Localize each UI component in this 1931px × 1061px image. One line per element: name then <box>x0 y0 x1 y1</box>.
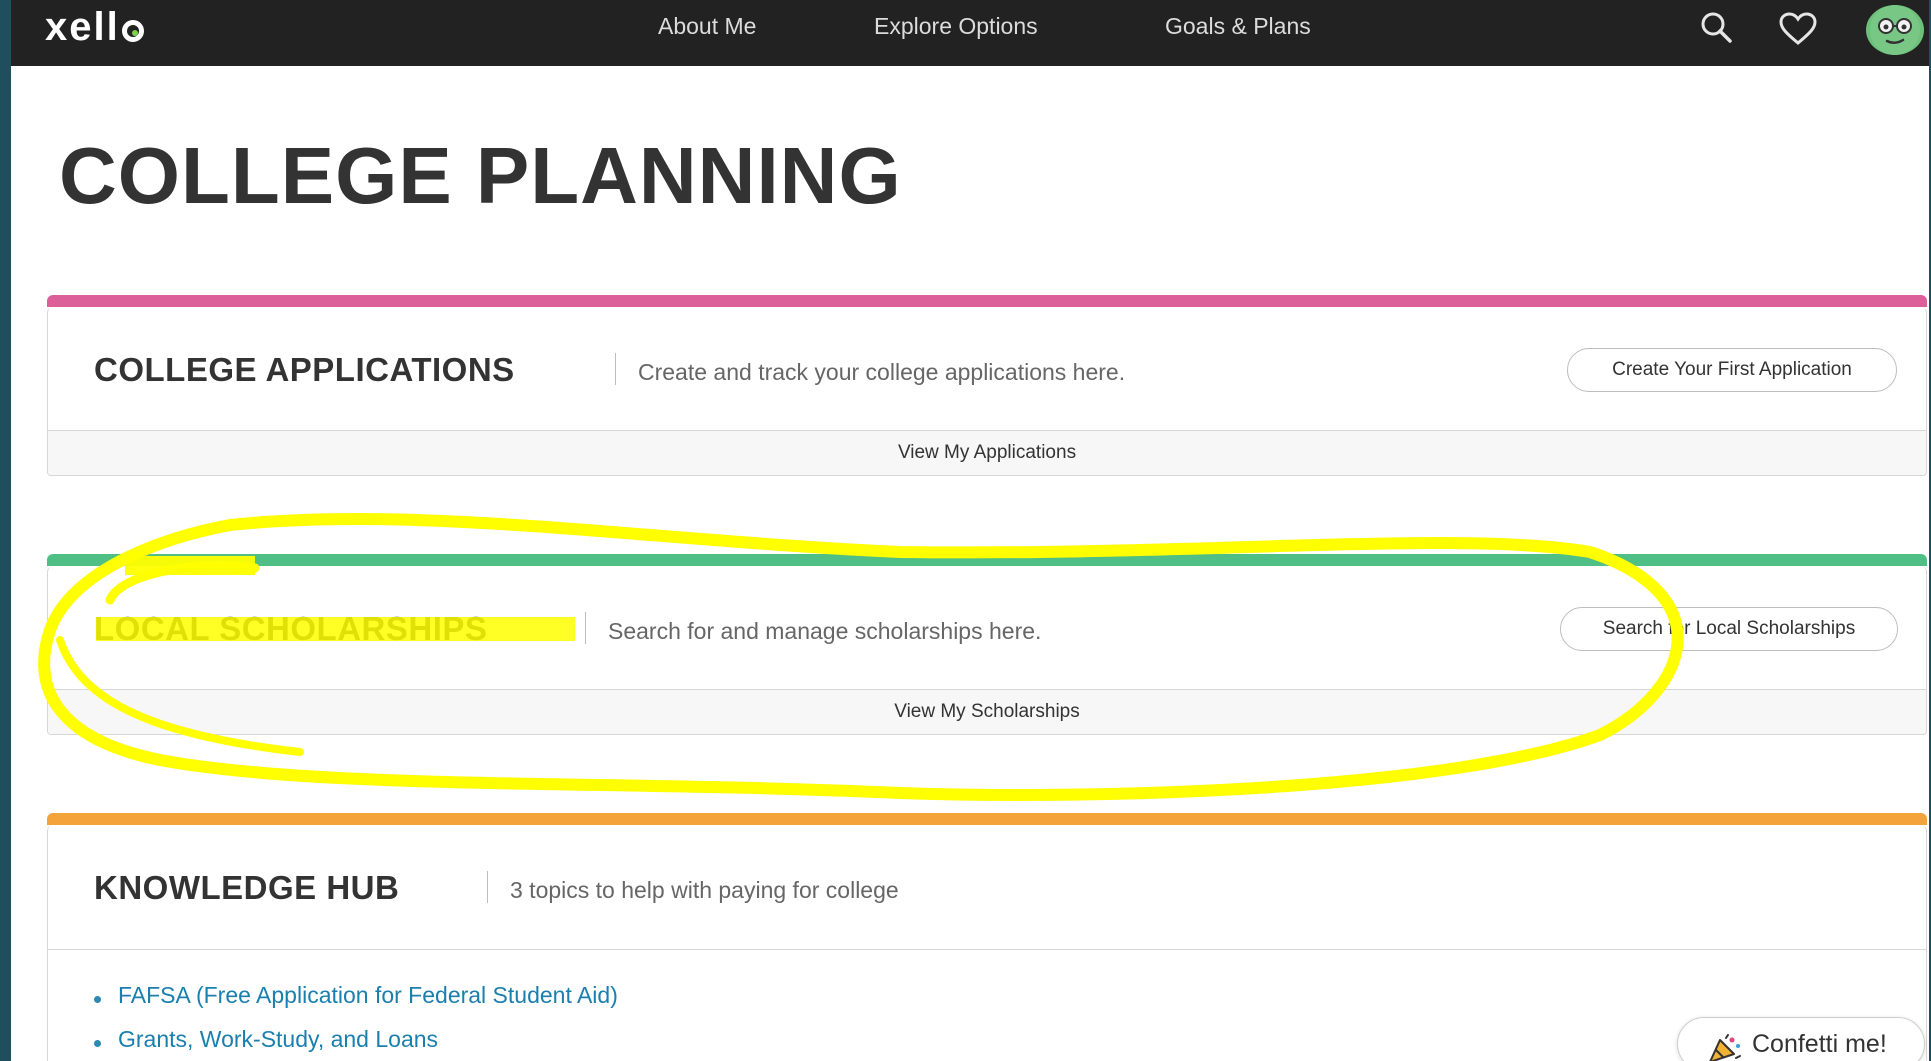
create-first-application-button[interactable]: Create Your First Application <box>1567 348 1897 392</box>
list-item: FAFSA (Free Application for Federal Stud… <box>94 982 618 1026</box>
card-accent-bar <box>47 813 1927 825</box>
avatar[interactable] <box>1866 5 1924 55</box>
party-popper-icon <box>1708 1030 1742 1061</box>
app-page: xell About Me Explore Options Goals & Pl… <box>11 0 1929 1061</box>
divider <box>487 871 488 903</box>
search-local-scholarships-button[interactable]: Search for Local Scholarships <box>1560 607 1898 651</box>
card-description: Search for and manage scholarships here. <box>608 618 1042 644</box>
topic-link-grants[interactable]: Grants, Work-Study, and Loans <box>118 1026 438 1052</box>
topic-link-fafsa[interactable]: FAFSA (Free Application for Federal Stud… <box>118 982 618 1008</box>
confetti-button[interactable]: Confetti me! <box>1677 1017 1925 1061</box>
xello-logo[interactable]: xell <box>45 5 144 50</box>
knowledge-hub-card: KNOWLEDGE HUB 3 topics to help with payi… <box>47 813 1927 1061</box>
search-icon[interactable] <box>1699 10 1735 51</box>
view-my-applications-link[interactable]: View My Applications <box>48 430 1926 475</box>
view-my-scholarships-link[interactable]: View My Scholarships <box>48 689 1926 734</box>
card-description: 3 topics to help with paying for college <box>510 877 899 903</box>
college-applications-card: COLLEGE APPLICATIONS Create and track yo… <box>47 295 1927 476</box>
topic-list: FAFSA (Free Application for Federal Stud… <box>94 982 618 1061</box>
heart-icon[interactable] <box>1778 11 1818 52</box>
nav-explore-options[interactable]: Explore Options <box>874 13 1038 40</box>
card-accent-bar <box>47 554 1927 566</box>
divider <box>48 949 1926 950</box>
list-item: Grants, Work-Study, and Loans <box>94 1026 618 1061</box>
nav-goals-plans[interactable]: Goals & Plans <box>1165 13 1311 40</box>
top-navigation-bar: xell About Me Explore Options Goals & Pl… <box>11 0 1929 66</box>
local-scholarships-card: LOCAL SCHOLARSHIPS Search for and manage… <box>47 554 1927 735</box>
nav-about-me[interactable]: About Me <box>658 13 756 40</box>
card-accent-bar <box>47 295 1927 307</box>
divider <box>585 612 586 644</box>
card-description: Create and track your college applicatio… <box>638 359 1126 385</box>
card-title: LOCAL SCHOLARSHIPS <box>94 610 488 647</box>
confetti-label: Confetti me! <box>1752 1030 1887 1058</box>
divider <box>615 353 616 385</box>
page-title: COLLEGE PLANNING <box>59 131 902 220</box>
card-title: KNOWLEDGE HUB <box>94 869 400 906</box>
card-title: COLLEGE APPLICATIONS <box>94 351 515 388</box>
